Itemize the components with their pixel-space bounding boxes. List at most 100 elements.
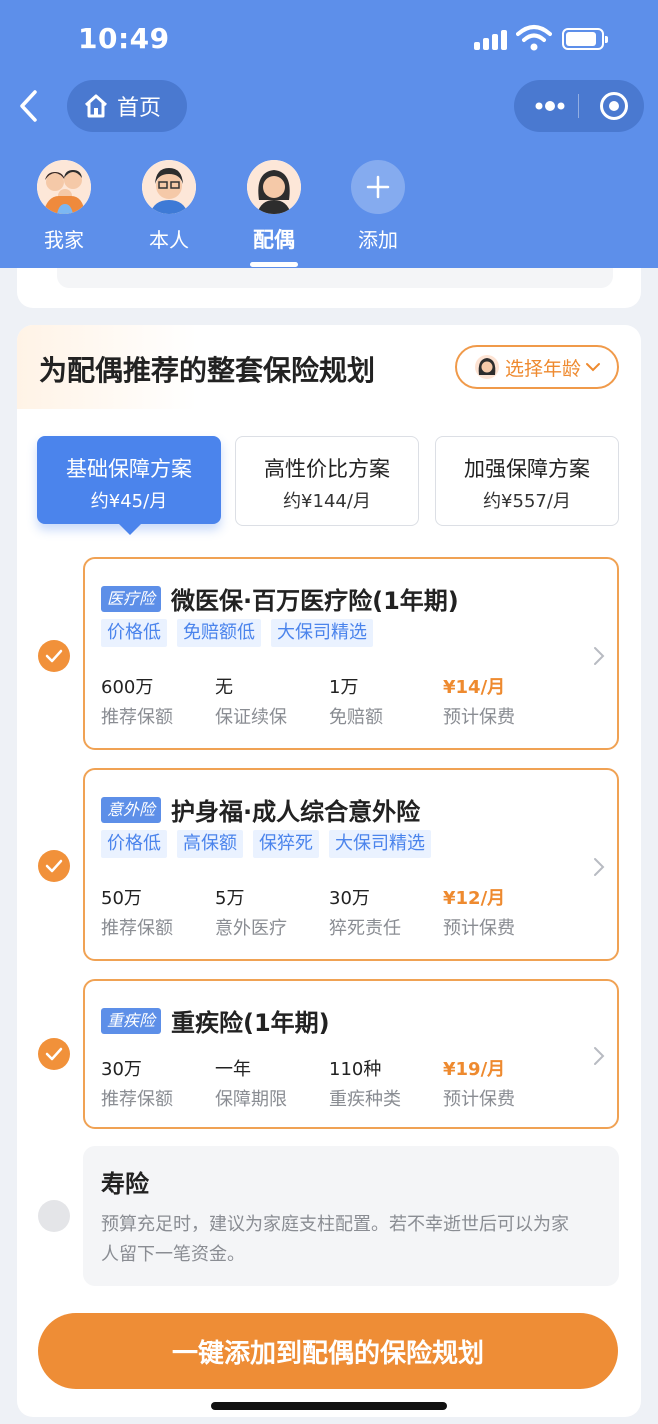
product-name: 护身福·成人综合意外险 — [171, 798, 421, 826]
check-icon — [45, 649, 63, 663]
plan-name: 高性价比方案 — [264, 457, 390, 481]
stat-value: 无 — [215, 677, 233, 698]
home-indicator — [211, 1402, 447, 1410]
member-tabs: 我家 本人 配偶 添加 — [0, 160, 420, 268]
plan-name: 加强保障方案 — [464, 457, 590, 481]
product-card-critical-illness[interactable]: 重疾险 重疾险(1年期) 30万推荐保额 一年保障期限 110种重疾种类 ¥19… — [83, 979, 619, 1129]
product-tags: 价格低 免赔额低 大保司精选 — [101, 619, 383, 647]
plan-tab-enhanced[interactable]: 加强保障方案 约¥557/月 — [435, 436, 619, 526]
home-button[interactable]: 首页 — [67, 80, 187, 132]
product-stats: 30万推荐保额 一年保障期限 110种重疾种类 ¥19/月预计保费 — [101, 1055, 557, 1111]
member-label: 我家 — [44, 228, 84, 252]
product-tags: 价格低 高保额 保猝死 大保司精选 — [101, 830, 441, 858]
previous-card-bottom — [17, 268, 641, 308]
product-type-badge: 重疾险 — [101, 1007, 162, 1034]
plan-title: 为配偶推荐的整套保险规划 — [39, 354, 376, 387]
battery-icon — [562, 28, 608, 50]
app-header: 10:49 首页 我家 本人 配偶 添加 — [0, 0, 658, 268]
stat-label: 预计保费 — [443, 1089, 515, 1110]
member-tab-family[interactable]: 我家 — [24, 160, 104, 253]
cellular-signal-icon — [474, 28, 508, 50]
stat-label: 保障期限 — [215, 1089, 287, 1110]
stat-value: 1万 — [329, 677, 359, 698]
more-icon[interactable] — [534, 96, 566, 116]
product-name: 重疾险(1年期) — [171, 1009, 330, 1037]
check-icon — [45, 1047, 63, 1061]
chevron-right-icon — [594, 1047, 605, 1065]
product-type-badge: 意外险 — [101, 796, 162, 823]
plan-price: 约¥144/月 — [283, 491, 371, 512]
plan-card: 为配偶推荐的整套保险规划 选择年龄 基础保障方案 约¥45/月 高性价比方案 约… — [17, 325, 641, 1417]
product-tag: 价格低 — [101, 830, 167, 858]
chevron-right-icon — [594, 858, 605, 876]
product-tag: 价格低 — [101, 619, 167, 647]
life-insurance-title: 寿险 — [101, 1170, 149, 1198]
critical-illness-checkbox[interactable] — [38, 1038, 70, 1070]
product-card-medical[interactable]: 医疗险 微医保·百万医疗险(1年期) 价格低 免赔额低 大保司精选 600万 推荐… — [83, 557, 619, 750]
stat-label: 意外医疗 — [215, 918, 287, 939]
stat-label: 猝死责任 — [329, 918, 401, 939]
stat-value: 一年 — [215, 1059, 251, 1080]
member-label: 配偶 — [253, 228, 295, 252]
select-age-label: 选择年龄 — [505, 357, 582, 380]
product-tag: 高保额 — [177, 830, 243, 858]
family-avatar — [37, 160, 91, 214]
member-label: 添加 — [358, 228, 398, 252]
back-button[interactable] — [10, 88, 46, 124]
life-insurance-card[interactable]: 寿险 预算充足时，建议为家庭支柱配置。若不幸逝世后可以为家人留下一笔资金。 — [83, 1146, 619, 1286]
stat-label: 推荐保额 — [101, 707, 173, 728]
stat-label: 推荐保额 — [101, 918, 173, 939]
plan-tab-basic[interactable]: 基础保障方案 约¥45/月 — [37, 436, 221, 535]
accident-checkbox[interactable] — [38, 850, 70, 882]
stat-value: 50万 — [101, 888, 142, 909]
stat-label: 预计保费 — [443, 707, 515, 728]
product-tag: 大保司精选 — [329, 830, 431, 858]
product-card-accident[interactable]: 意外险 护身福·成人综合意外险 价格低 高保额 保猝死 大保司精选 50万推荐保… — [83, 768, 619, 961]
life-insurance-checkbox[interactable] — [38, 1200, 70, 1232]
product-type-badge: 医疗险 — [101, 585, 162, 612]
member-tab-spouse[interactable]: 配偶 — [234, 160, 314, 267]
add-member-button[interactable] — [351, 160, 405, 214]
product-stats: 50万 推荐保额 5万 意外医疗 30万 猝死责任 ¥12/月 预计保费 — [101, 884, 557, 940]
stat-value: 600万 — [101, 677, 154, 698]
stat-value: 30万 — [101, 1059, 142, 1080]
stat-label: 重疾种类 — [329, 1089, 401, 1110]
member-label: 本人 — [149, 228, 189, 252]
plan-name: 基础保障方案 — [66, 457, 192, 481]
spouse-avatar — [247, 160, 301, 214]
product-tag: 大保司精选 — [271, 619, 373, 647]
member-tab-add[interactable]: 添加 — [338, 160, 418, 253]
plan-price: 约¥557/月 — [483, 491, 571, 512]
stat-label: 预计保费 — [443, 918, 515, 939]
status-time: 10:49 — [78, 22, 170, 55]
product-tag: 免赔额低 — [177, 619, 261, 647]
chevron-down-icon — [586, 363, 601, 372]
capsule-divider — [578, 94, 579, 118]
product-stats: 600万推荐保额 无保证续保 1万免赔额 ¥14/月预计保费 — [101, 673, 557, 729]
plan-price: 约¥45/月 — [90, 491, 168, 512]
add-to-plan-button[interactable]: 一键添加到配偶的保险规划 — [38, 1313, 618, 1389]
stat-value: 110种 — [329, 1059, 382, 1080]
check-icon — [45, 859, 63, 873]
stat-label: 推荐保额 — [101, 1089, 173, 1110]
premium-value: ¥12/月 — [443, 888, 506, 909]
medical-checkbox[interactable] — [38, 640, 70, 672]
stat-value: 5万 — [215, 888, 245, 909]
life-insurance-desc: 预算充足时，建议为家庭支柱配置。若不幸逝世后可以为家人留下一笔资金。 — [101, 1214, 569, 1265]
stat-label: 免赔额 — [329, 707, 383, 728]
home-icon — [84, 94, 108, 118]
self-avatar — [142, 160, 196, 214]
chevron-left-icon — [20, 90, 37, 122]
close-miniprogram-icon[interactable] — [600, 92, 628, 120]
product-tag: 保猝死 — [253, 830, 319, 858]
plan-tab-value[interactable]: 高性价比方案 约¥144/月 — [235, 436, 419, 526]
member-tab-self[interactable]: 本人 — [129, 160, 209, 253]
select-age-button[interactable]: 选择年龄 — [455, 345, 619, 389]
home-label: 首页 — [117, 96, 162, 121]
premium-value: ¥14/月 — [443, 677, 506, 698]
premium-value: ¥19/月 — [443, 1059, 506, 1080]
wifi-icon — [516, 25, 552, 51]
chevron-right-icon — [594, 647, 605, 665]
stat-label: 保证续保 — [215, 707, 287, 728]
plus-icon — [366, 175, 390, 199]
